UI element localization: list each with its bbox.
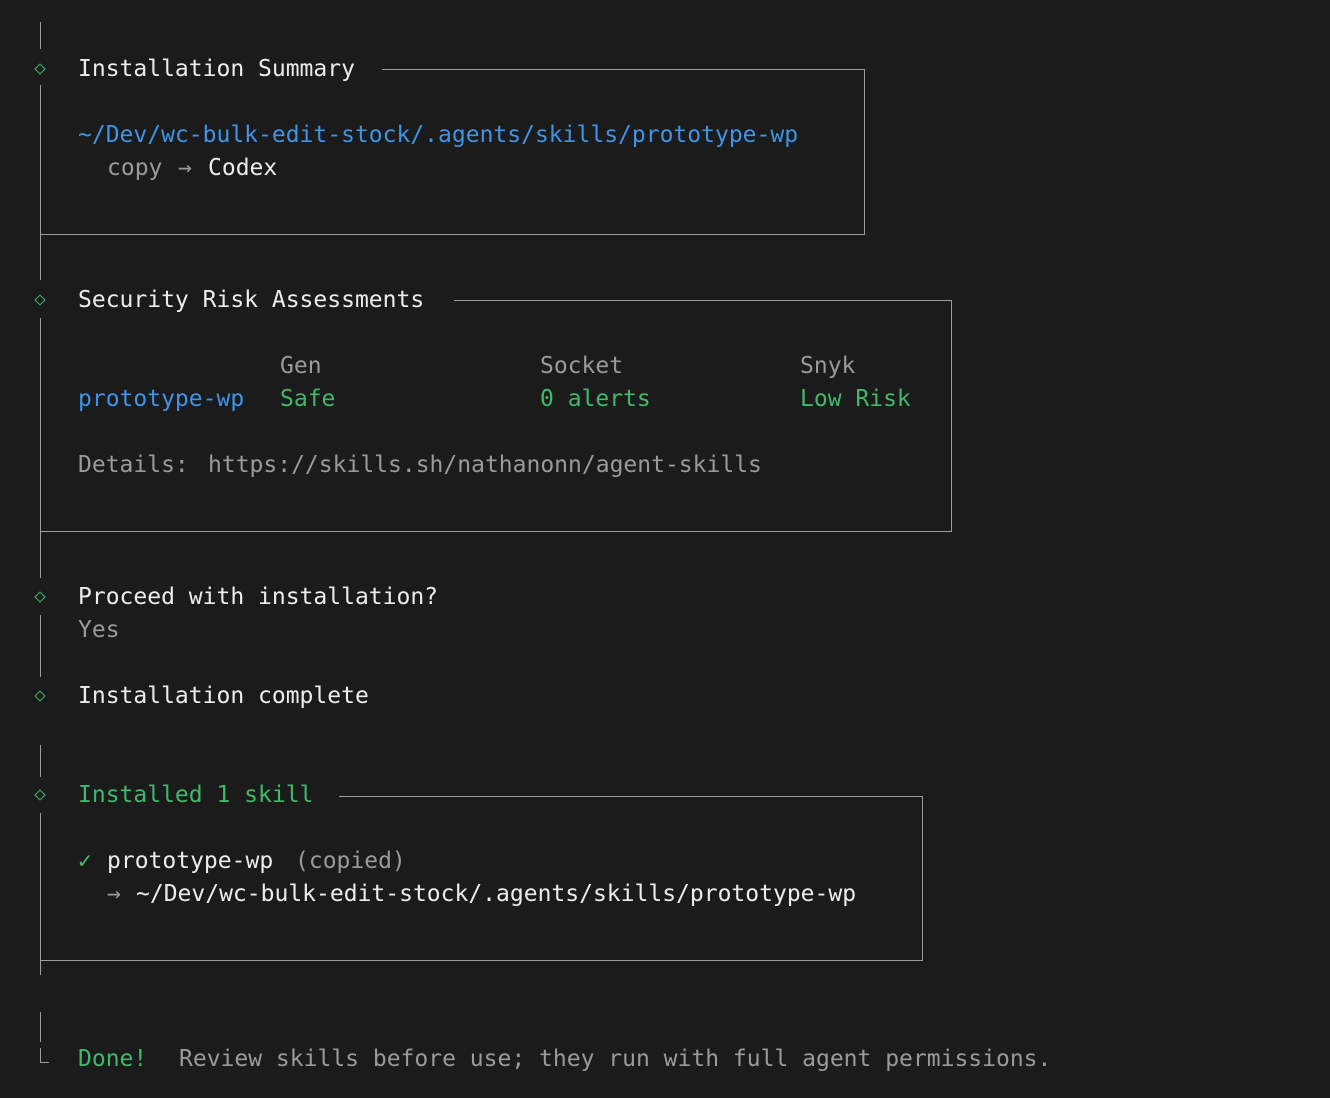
security-col-socket: Socket [540, 353, 624, 379]
step-diamond-icon [34, 591, 46, 603]
security-snyk-value: Low Risk [800, 386, 911, 412]
guide-rail [40, 22, 41, 49]
security-col-snyk: Snyk [800, 353, 856, 379]
security-details-label: Details: [78, 452, 189, 478]
complete-text: Installation complete [78, 683, 369, 709]
security-details-link[interactable]: https://skills.sh/nathanonn/agent-skills [208, 454, 762, 477]
installed-box-right [922, 796, 923, 961]
footer-done: Done! [78, 1046, 148, 1072]
security-col-gen: Gen [280, 353, 322, 379]
footer-message: Review skills before use; they run with … [179, 1046, 1052, 1072]
installed-skill-name: prototype-wp [107, 848, 274, 874]
prompt-question: Proceed with installation? [78, 584, 439, 610]
guide-rail [40, 85, 41, 280]
summary-box-bottom [40, 234, 865, 235]
summary-title: Installation Summary [78, 56, 355, 82]
guide-rail [40, 1012, 41, 1042]
guide-rail [40, 745, 41, 777]
summary-mode: copy [107, 155, 163, 181]
guide-rail [40, 615, 41, 677]
security-socket-value: 0 alerts [540, 386, 651, 412]
summary-target: Codex [208, 155, 278, 181]
security-box-right [951, 300, 952, 532]
terminal-window: Installation Summary ~/Dev/wc-bulk-edit-… [0, 0, 1330, 1098]
check-icon: ✓ [78, 848, 92, 874]
prompt-answer: Yes [78, 617, 120, 643]
step-diamond-icon [34, 63, 46, 75]
security-title: Security Risk Assessments [78, 287, 425, 313]
security-box-bottom [40, 531, 952, 532]
installed-box-top [339, 796, 922, 797]
step-diamond-icon [34, 294, 46, 306]
step-diamond-icon [34, 789, 46, 801]
guide-rail [40, 813, 41, 975]
security-gen-value: Safe [280, 386, 336, 412]
installed-skill-status: (copied) [295, 848, 406, 874]
arrow-icon: → [107, 881, 121, 907]
summary-arrow: → [178, 155, 192, 181]
guide-rail-end [40, 1048, 49, 1063]
step-diamond-icon [34, 690, 46, 702]
security-skill-name: prototype-wp [78, 386, 245, 412]
installed-skill-path: ~/Dev/wc-bulk-edit-stock/.agents/skills/… [136, 881, 857, 907]
summary-box-top [382, 69, 865, 70]
installed-box-bottom [40, 960, 923, 961]
guide-rail [40, 318, 41, 578]
installed-title: Installed 1 skill [78, 782, 314, 808]
security-box-top [454, 300, 952, 301]
summary-box-right [864, 69, 865, 235]
summary-path: ~/Dev/wc-bulk-edit-stock/.agents/skills/… [78, 122, 799, 148]
